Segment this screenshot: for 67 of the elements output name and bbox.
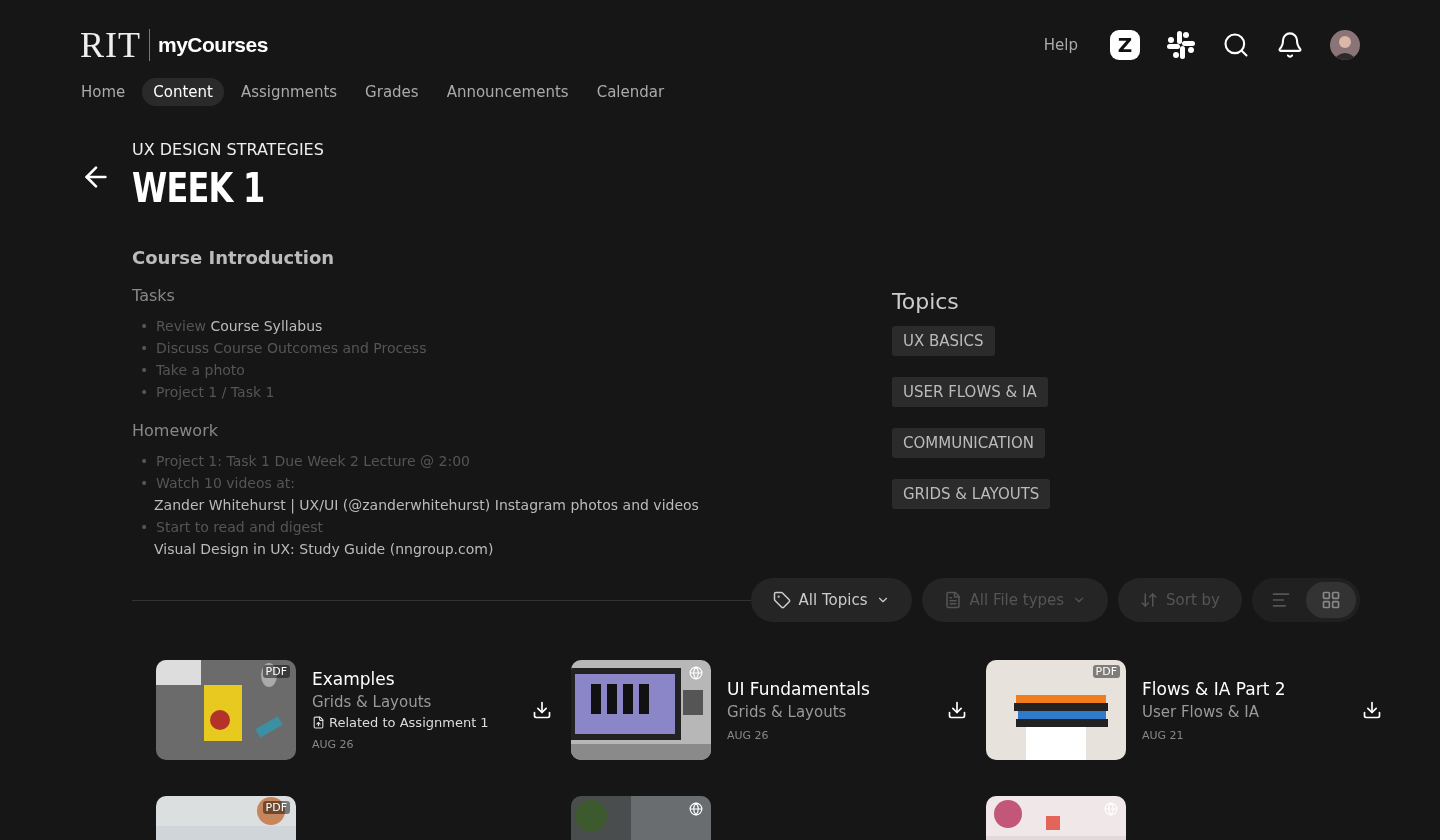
list-icon <box>1271 590 1291 610</box>
bullet: • <box>140 518 150 537</box>
zoom-app-button[interactable]: Z <box>1110 30 1140 60</box>
related-assignment[interactable]: Related to Assignment 1 <box>329 715 489 730</box>
bell-icon[interactable] <box>1276 31 1304 59</box>
help-link[interactable]: Help <box>1043 36 1078 54</box>
list-item-text: Discuss Course Outcomes and Process <box>156 340 427 356</box>
file-icon <box>943 591 962 609</box>
globe-icon <box>689 802 703 816</box>
grid-view-button[interactable] <box>1306 582 1356 618</box>
list-item-text: Take a photo <box>156 362 245 378</box>
tag-icon <box>772 591 791 609</box>
nav-tab[interactable]: Content <box>142 78 224 106</box>
nav-tab[interactable]: Home <box>70 78 137 106</box>
file-type-label: PDF <box>262 665 290 678</box>
file-type-label: PDF <box>1092 665 1120 678</box>
file-topic: User Flows & IA <box>1142 702 1260 721</box>
resource-link[interactable]: Visual Design in UX: Study Guide (nngroup.com) <box>154 538 892 560</box>
slack-icon[interactable] <box>1166 30 1196 60</box>
nav-tab[interactable]: Assignments <box>229 78 349 106</box>
download-button[interactable] <box>1362 700 1382 720</box>
file-title[interactable]: Examples <box>312 669 512 689</box>
file-topic: Grids & Layouts <box>312 693 433 711</box>
list-item-text: Project 1: Task 1 Due Week 2 Lecture @ 2:00 <box>156 453 470 469</box>
topic-tag[interactable]: UX BASICS <box>892 326 995 356</box>
list-item-text: Watch 10 videos at: <box>156 475 296 491</box>
topic-tag[interactable]: COMMUNICATION <box>892 428 1045 458</box>
bullet: • <box>140 361 150 380</box>
nav-tab[interactable]: Announcements <box>435 78 580 106</box>
file-date: AUG 21 <box>1142 728 1185 742</box>
avatar[interactable] <box>1330 30 1360 60</box>
list-item-text: Project 1 / Task 1 <box>156 384 275 400</box>
download-button[interactable] <box>947 700 967 720</box>
topic-tag[interactable]: USER FLOWS & IA <box>892 377 1048 407</box>
course-name: UX DESIGN STRATEGIES <box>132 140 325 159</box>
bullet: • <box>140 383 150 402</box>
page-title: WEEK 1 <box>132 165 266 211</box>
file-topic: Grids & Layouts <box>727 702 848 721</box>
topics-heading: Topics <box>892 289 960 314</box>
topics-filter[interactable]: All Topics <box>750 578 912 622</box>
bullet: • <box>140 474 150 493</box>
download-button[interactable] <box>532 700 552 720</box>
resource-link[interactable]: Zander Whitehurst | UX/UI (@zanderwhitehurst) Instagram photos and videos <box>154 494 892 516</box>
grid-icon <box>1321 590 1341 610</box>
rit-logo[interactable]: RIT <box>80 29 150 61</box>
globe-icon <box>1104 802 1118 816</box>
nav-tab[interactable]: Grades <box>354 78 430 106</box>
file-title[interactable]: UI Fundamentals <box>727 678 927 699</box>
product-name: myCourses <box>158 33 268 57</box>
subsection-heading: Homework <box>132 421 219 440</box>
bullet: • <box>140 452 150 471</box>
file-upload-icon <box>312 716 325 729</box>
file-date: AUG 26 <box>312 738 355 751</box>
search-icon[interactable] <box>1222 31 1250 59</box>
bullet: • <box>140 339 150 358</box>
section-heading: Course Introduction <box>132 247 336 268</box>
subsection-heading: Tasks <box>132 286 176 305</box>
sort-icon <box>1140 591 1159 609</box>
file-date: AUG 26 <box>727 728 770 742</box>
bullet: • <box>140 317 150 336</box>
file-title[interactable]: Flows & IA Part 2 <box>1142 678 1342 699</box>
topic-tag[interactable]: GRIDS & LAYOUTS <box>892 479 1051 509</box>
globe-icon <box>689 666 703 680</box>
nav-tab[interactable]: Calendar <box>585 78 676 106</box>
list-item-text: Review Course Syllabus <box>156 318 323 334</box>
list-item-text: Start to read and digest <box>156 519 323 535</box>
file-type-label: PDF <box>262 801 290 814</box>
